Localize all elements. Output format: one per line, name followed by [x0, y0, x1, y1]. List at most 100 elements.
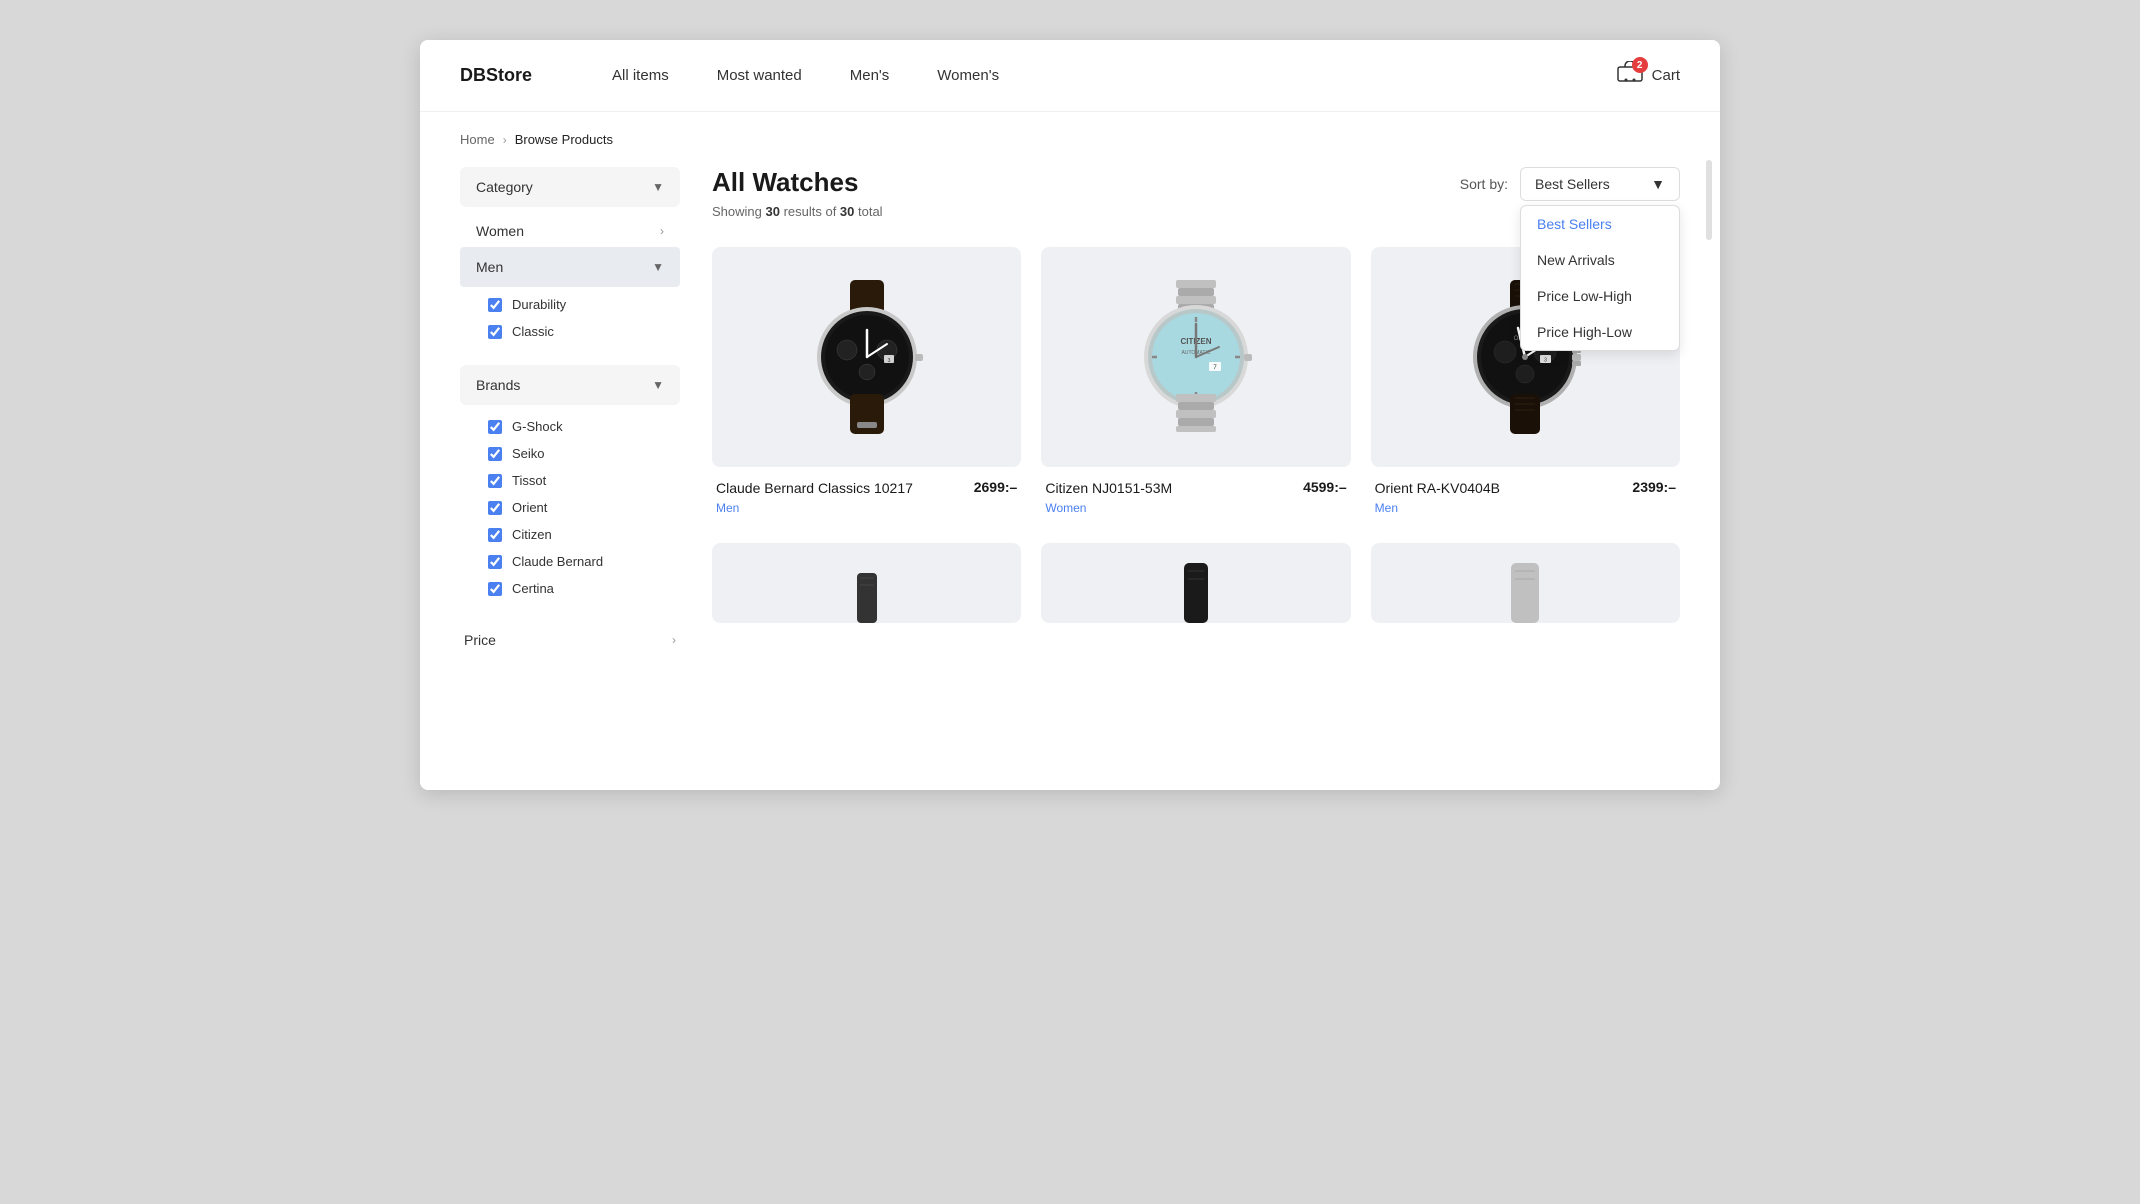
product-price-3: 2399:– [1632, 479, 1676, 495]
gshock-label: G-Shock [512, 419, 563, 434]
seiko-checkbox[interactable] [488, 447, 502, 461]
product-category-1: Men [716, 501, 1017, 515]
main-window: DBStore All items Most wanted Men's Wome… [420, 40, 1720, 790]
product-name-row-2: Citizen NJ0151-53M 4599:– [1045, 479, 1346, 497]
watch-svg-1: 3 [792, 272, 942, 442]
logo: DBStore [460, 65, 532, 86]
product-image-5 [1041, 543, 1350, 623]
price-label: Price [464, 632, 496, 648]
claude-bernard-checkbox[interactable] [488, 555, 502, 569]
brands-label: Brands [476, 377, 520, 393]
filter-tissot[interactable]: Tissot [460, 467, 680, 494]
classic-label: Classic [512, 324, 554, 339]
durability-checkbox[interactable] [488, 298, 502, 312]
breadcrumb-home[interactable]: Home [460, 132, 495, 147]
product-card-4[interactable] [712, 543, 1021, 623]
gshock-checkbox[interactable] [488, 420, 502, 434]
product-image-6 [1371, 543, 1680, 623]
brands-filter: Brands ▼ G-Shock Seiko Tissot [460, 365, 680, 610]
seiko-label: Seiko [512, 446, 545, 461]
product-name-row-1: Claude Bernard Classics 10217 2699:– [716, 479, 1017, 497]
filter-men-label: Men [476, 259, 503, 275]
filter-durability[interactable]: Durability [460, 291, 680, 318]
product-card-5[interactable] [1041, 543, 1350, 623]
citizen-checkbox[interactable] [488, 528, 502, 542]
classic-checkbox[interactable] [488, 325, 502, 339]
orient-checkbox[interactable] [488, 501, 502, 515]
filter-citizen[interactable]: Citizen [460, 521, 680, 548]
sidebar: Category ▼ Women › Men ▼ [460, 167, 680, 670]
nav: All items Most wanted Men's Women's [612, 67, 1616, 84]
category-filter: Category ▼ Women › Men ▼ [460, 167, 680, 353]
product-image-1: 3 [712, 247, 1021, 467]
breadcrumb-current: Browse Products [515, 132, 613, 147]
product-info-3: Orient RA-KV0404B 2399:– Men [1371, 479, 1680, 523]
sort-option-best-sellers[interactable]: Best Sellers [1521, 206, 1679, 242]
sort-option-new-arrivals[interactable]: New Arrivals [1521, 242, 1679, 278]
breadcrumb: Home › Browse Products [420, 112, 1720, 167]
watch-svg-6 [1485, 543, 1565, 623]
cart-button[interactable]: 2 Cart [1616, 61, 1680, 90]
sort-area: Sort by: Best Sellers ▼ Best Sellers New… [1460, 167, 1680, 201]
brands-filter-body: G-Shock Seiko Tissot Orient [460, 405, 680, 610]
category-filter-body: Women › Men ▼ Durability [460, 207, 680, 353]
price-filter-header[interactable]: Price › [460, 622, 680, 658]
watch-svg-4 [827, 543, 907, 623]
cart-badge: 2 [1632, 57, 1648, 73]
category-chevron-icon: ▼ [652, 180, 664, 194]
brands-chevron-icon: ▼ [652, 378, 664, 392]
nav-most-wanted[interactable]: Most wanted [717, 67, 802, 84]
scrollbar[interactable] [1706, 160, 1712, 240]
svg-text:3: 3 [1544, 358, 1547, 364]
durability-label: Durability [512, 297, 566, 312]
product-image-2: CITIZEN AUTOMATIC 7 [1041, 247, 1350, 467]
filter-certina[interactable]: Certina [460, 575, 680, 602]
watch-svg-5 [1156, 543, 1236, 623]
product-category-2: Women [1045, 501, 1346, 515]
category-label: Category [476, 179, 533, 195]
nav-all-items[interactable]: All items [612, 67, 669, 84]
filter-seiko[interactable]: Seiko [460, 440, 680, 467]
page-title: All Watches [712, 167, 883, 198]
sort-dropdown-menu: Best Sellers New Arrivals Price Low-High… [1520, 205, 1680, 351]
filter-classic[interactable]: Classic [460, 318, 680, 345]
sort-selected: Best Sellers [1535, 176, 1610, 192]
product-card-1[interactable]: 3 Claude Bernard Classics 10217 2699:– [712, 247, 1021, 523]
filter-men-header[interactable]: Men ▼ [460, 247, 680, 287]
certina-checkbox[interactable] [488, 582, 502, 596]
certina-label: Certina [512, 581, 554, 596]
cart-icon-wrap: 2 [1616, 61, 1644, 90]
filter-claude-bernard[interactable]: Claude Bernard [460, 548, 680, 575]
sort-dropdown[interactable]: Best Sellers ▼ [1520, 167, 1680, 201]
price-filter: Price › [460, 622, 680, 658]
orient-label: Orient [512, 500, 547, 515]
sort-dropdown-wrap: Best Sellers ▼ Best Sellers New Arrivals… [1520, 167, 1680, 201]
watch-svg-2: CITIZEN AUTOMATIC 7 [1121, 272, 1271, 442]
brands-filter-header[interactable]: Brands ▼ [460, 365, 680, 405]
nav-womens[interactable]: Women's [937, 67, 999, 84]
product-card-6[interactable] [1371, 543, 1680, 623]
svg-text:3: 3 [887, 358, 890, 364]
tissot-checkbox[interactable] [488, 474, 502, 488]
results-info: Showing 30 results of 30 total [712, 204, 883, 219]
title-section: All Watches Showing 30 results of 30 tot… [712, 167, 883, 243]
sort-option-price-high-low[interactable]: Price High-Low [1521, 314, 1679, 350]
tissot-label: Tissot [512, 473, 546, 488]
product-name-1: Claude Bernard Classics 10217 [716, 479, 966, 497]
filter-gshock[interactable]: G-Shock [460, 413, 680, 440]
filter-item-women[interactable]: Women › [460, 215, 680, 247]
header: DBStore All items Most wanted Men's Wome… [420, 40, 1720, 112]
men-subcategories: Durability Classic [460, 291, 680, 345]
product-card-2[interactable]: CITIZEN AUTOMATIC 7 [1041, 247, 1350, 523]
nav-mens[interactable]: Men's [850, 67, 890, 84]
category-filter-header[interactable]: Category ▼ [460, 167, 680, 207]
filter-orient[interactable]: Orient [460, 494, 680, 521]
product-info-1: Claude Bernard Classics 10217 2699:– Men [712, 479, 1021, 523]
breadcrumb-separator: › [503, 133, 507, 147]
cart-label: Cart [1652, 67, 1680, 84]
filter-women-label: Women [476, 223, 524, 239]
men-chevron-icon: ▼ [652, 260, 664, 274]
sort-option-price-low-high[interactable]: Price Low-High [1521, 278, 1679, 314]
claude-bernard-label: Claude Bernard [512, 554, 603, 569]
product-name-2: Citizen NJ0151-53M [1045, 479, 1295, 497]
